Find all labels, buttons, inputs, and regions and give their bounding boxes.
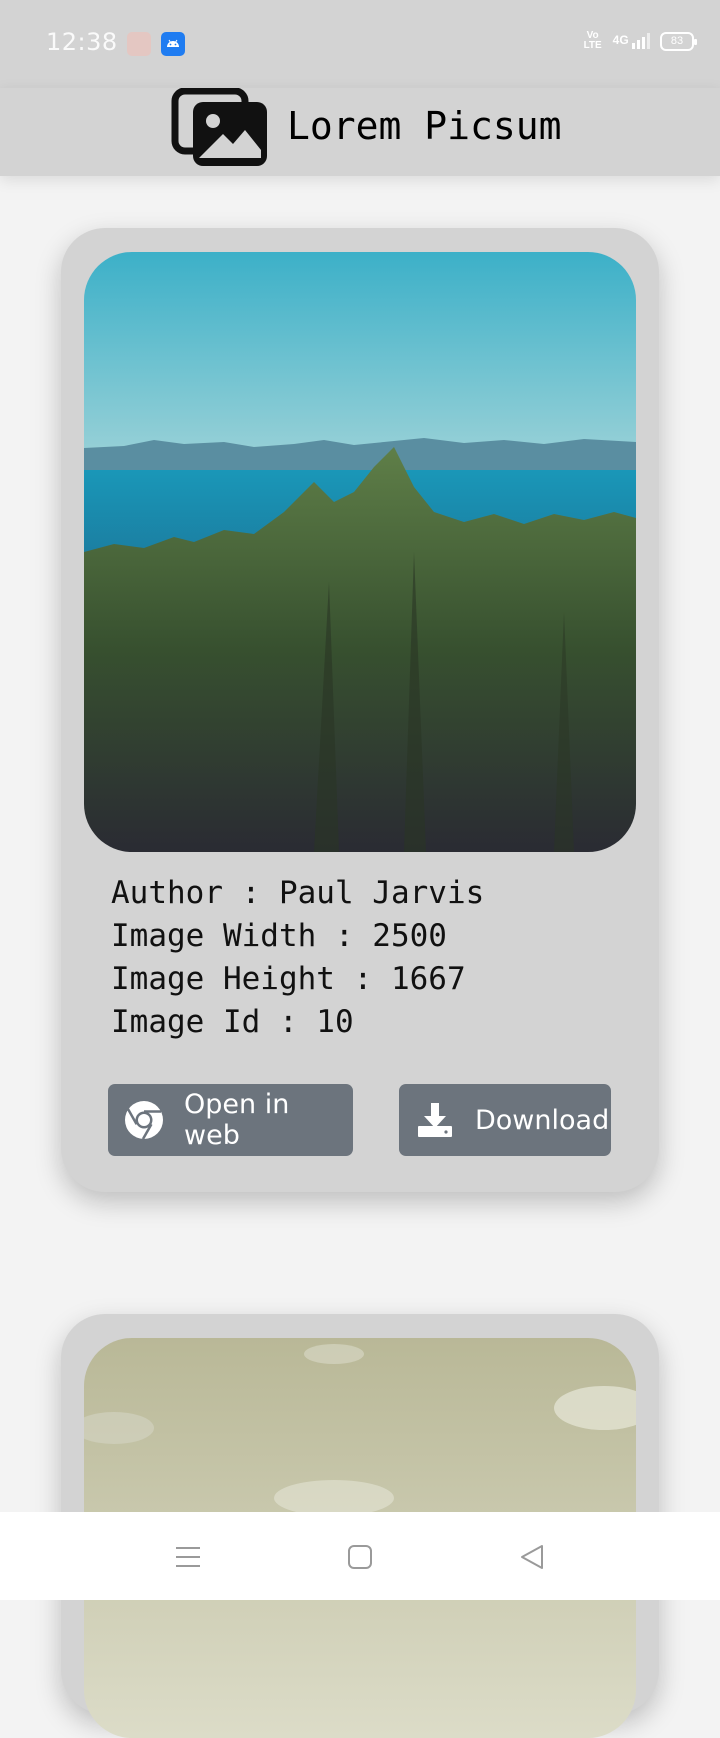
navigation-bar: [0, 1512, 720, 1600]
image-height-text: Image Height : 1667: [111, 961, 466, 997]
android-icon: [161, 32, 185, 56]
home-icon[interactable]: [343, 1540, 377, 1574]
system-status-icons: Vo LTE 4G 83: [583, 30, 697, 51]
image-width-text: Image Width : 2500: [111, 918, 447, 954]
open-in-web-button[interactable]: Open in web: [108, 1084, 353, 1156]
image-id-text: Image Id : 10: [111, 1004, 354, 1040]
battery-icon: 83: [660, 31, 697, 51]
chrome-icon: [124, 1100, 164, 1140]
network-signal-icon: 4G: [613, 33, 650, 49]
app-bar: Lorem Picsum: [0, 87, 720, 176]
open-in-web-label: Open in web: [184, 1089, 290, 1151]
menu-icon[interactable]: [171, 1540, 205, 1574]
images-icon: [171, 87, 271, 168]
download-label: Download: [475, 1104, 610, 1136]
app-title: Lorem Picsum: [287, 104, 562, 148]
image-card: Author : Paul Jarvis Image Width : 2500 …: [61, 228, 659, 1192]
image-thumbnail[interactable]: [84, 252, 636, 852]
network-type: 4G: [612, 33, 629, 48]
download-icon: [415, 1100, 455, 1140]
image-details: Author : Paul Jarvis Image Width : 2500 …: [111, 872, 484, 1044]
author-text: Author : Paul Jarvis: [111, 875, 485, 911]
download-button[interactable]: Download: [399, 1084, 611, 1156]
status-bar: 12:38 Vo LTE 4G 83: [0, 0, 720, 88]
app-notification-icon: [127, 32, 151, 56]
status-time: 12:38: [46, 28, 118, 56]
battery-level: 83: [670, 34, 684, 47]
back-icon[interactable]: [515, 1540, 549, 1574]
volte-indicator: Vo LTE: [583, 30, 602, 51]
